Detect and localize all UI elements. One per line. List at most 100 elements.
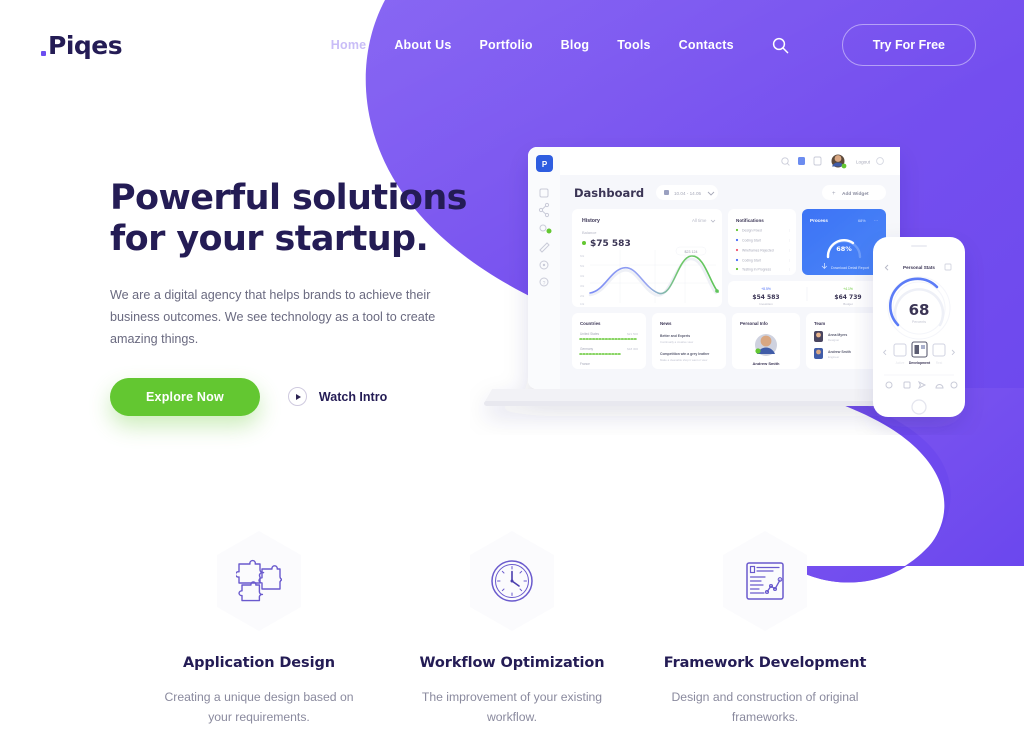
notification-item: Coding Start xyxy=(742,259,761,263)
phone-gauge-unit: Percents xyxy=(912,320,926,324)
svg-text:10k: 10k xyxy=(580,302,585,306)
notifications-title: Notifications xyxy=(736,218,764,223)
balance-value: $75 583 xyxy=(590,239,631,249)
history-card-title: History xyxy=(582,218,600,224)
try-for-free-button[interactable]: Try For Free xyxy=(841,24,976,66)
search-button[interactable] xyxy=(768,32,794,58)
play-icon xyxy=(287,387,307,407)
nav-item-contacts[interactable]: Contacts xyxy=(679,38,734,52)
hero-actions: Explore Now Watch Intro xyxy=(110,377,490,416)
svg-text:+4.1%: +4.1% xyxy=(843,287,853,291)
site-header: Piqes Home About Us Portfolio Blog Tools… xyxy=(0,0,1024,90)
svg-text:Competition win a grey leather: Competition win a grey leather xyxy=(660,352,710,356)
svg-text:Andrew Smith: Andrew Smith xyxy=(828,350,851,354)
svg-text:?: ? xyxy=(543,281,546,287)
svg-text:France: France xyxy=(580,362,590,366)
svg-text:Engineer: Engineer xyxy=(828,355,839,359)
devices-illustration: P ? Logout Dashboard 10.04 - 14.05 + Add… xyxy=(484,147,965,417)
history-range-label: All time xyxy=(692,218,707,223)
notifications-card: Notifications Design Fixed ⋮ Coding Star… xyxy=(728,209,796,275)
svg-text:20k: 20k xyxy=(580,294,585,298)
svg-text:Countries: Countries xyxy=(580,321,601,326)
watch-intro-button[interactable]: Watch Intro xyxy=(287,387,388,407)
phone-screen-title: Personal Stats xyxy=(903,265,935,270)
progress-footer: Download Detail Report xyxy=(831,266,869,270)
svg-text:⋮: ⋮ xyxy=(788,239,791,243)
svg-text:Budget: Budget xyxy=(843,302,853,306)
nav-item-tools[interactable]: Tools xyxy=(617,38,650,52)
progress-gauge-value: 68% xyxy=(836,245,852,253)
svg-text:+8.5%: +8.5% xyxy=(761,287,771,291)
svg-text:50k: 50k xyxy=(580,264,585,268)
page-title: Powerful solutions for your startup. xyxy=(110,178,490,260)
brand-name: Piqes xyxy=(48,30,123,60)
notification-item: Testing In Progress xyxy=(742,268,771,272)
nav-item-portfolio[interactable]: Portfolio xyxy=(479,38,532,52)
hero-title-line-2: for your startup. xyxy=(110,218,429,259)
svg-text:Personal Info: Personal Info xyxy=(740,321,768,326)
feature-text: Design and construction of original fram… xyxy=(671,690,859,725)
puzzle-icon xyxy=(236,559,282,602)
svg-text:Development: Development xyxy=(909,361,931,365)
svg-text:⋮: ⋮ xyxy=(788,229,791,233)
document-chart-icon xyxy=(746,562,784,600)
feature-card-application-design[interactable]: Application Design Creating a unique des… xyxy=(133,531,386,727)
svg-text:$21 500: $21 500 xyxy=(627,332,638,336)
nav-item-blog[interactable]: Blog xyxy=(561,38,590,52)
feature-card-framework-development[interactable]: Framework Development Design and constru… xyxy=(639,531,892,727)
nav-item-home[interactable]: Home xyxy=(331,38,367,52)
clock-icon xyxy=(491,560,533,602)
svg-text:+: + xyxy=(832,191,836,197)
add-widget-button[interactable]: + Add Widget xyxy=(822,185,886,200)
svg-text:Andrew Smith: Andrew Smith xyxy=(753,361,780,366)
svg-text:Designer: Designer xyxy=(828,338,839,342)
notification-item: Coding Start xyxy=(742,239,761,243)
svg-text:Investition: Investition xyxy=(759,302,773,306)
progress-percent-label: 68% xyxy=(858,219,866,223)
stat-value: $64 739 xyxy=(834,294,861,301)
progress-title: Process xyxy=(810,218,828,223)
svg-text:30k: 30k xyxy=(580,284,585,288)
news-card: News Better and Experts Continually a cr… xyxy=(652,313,726,369)
svg-text:$18 300: $18 300 xyxy=(627,347,638,351)
svg-text:Anna Myers: Anna Myers xyxy=(828,333,847,337)
svg-text:United States: United States xyxy=(580,332,600,336)
brand-logo[interactable]: Piqes xyxy=(41,30,123,60)
explore-now-button[interactable]: Explore Now xyxy=(110,377,260,416)
logout-label: Logout xyxy=(856,160,871,165)
svg-text:⋮: ⋮ xyxy=(788,268,791,272)
svg-text:Team: Team xyxy=(814,321,825,326)
dashboard-title: Dashboard xyxy=(574,186,644,200)
features-section: Application Design Creating a unique des… xyxy=(0,531,1024,727)
svg-text:Better and Experts: Better and Experts xyxy=(660,334,690,338)
svg-text:⋮: ⋮ xyxy=(788,259,791,263)
feature-title: Workflow Optimization xyxy=(419,655,605,671)
profile-avatar xyxy=(755,334,777,356)
personal-info-card: Personal Info Andrew Smith xyxy=(732,313,800,369)
svg-text:40k: 40k xyxy=(580,274,585,278)
app-logo-letter: P xyxy=(542,160,548,169)
history-chart-tooltip: $23 124 xyxy=(675,246,707,256)
nav-item-about-us[interactable]: About Us xyxy=(394,38,451,52)
svg-text:Make a cleanable shop it want: Make a cleanable shop it want or view xyxy=(660,358,708,362)
date-filter-chip[interactable]: 10.04 - 14.05 xyxy=(656,185,718,200)
hero-section: Powerful solutions for your startup. We … xyxy=(110,178,490,416)
hero-paragraph: We are a digital agency that helps brand… xyxy=(110,287,436,346)
phone-gauge-value: 68 xyxy=(909,301,930,319)
notification-item: Design Fixed xyxy=(742,229,762,233)
history-card: History All time Balance $75 583 60k50k … xyxy=(572,209,722,307)
phone-mockup: Personal Stats 68 Percents Active Develo… xyxy=(873,237,965,417)
feature-text: The improvement of your existing workflo… xyxy=(421,690,603,725)
svg-text:Continually a creative view: Continually a creative view xyxy=(660,340,694,344)
feature-title: Application Design xyxy=(183,655,335,671)
date-filter-label: 10.04 - 14.05 xyxy=(674,191,702,196)
balance-label: Balance xyxy=(582,230,597,235)
watch-intro-label: Watch Intro xyxy=(318,389,388,404)
svg-text:⋮: ⋮ xyxy=(788,249,791,253)
svg-text:$23 124: $23 124 xyxy=(685,250,698,254)
device-mockup: P ? Logout Dashboard 10.04 - 14.05 + Add… xyxy=(470,135,990,435)
add-widget-label: Add Widget xyxy=(842,191,869,197)
countries-card: Countries United States $21 500 Germany … xyxy=(572,313,646,369)
main-navigation: Home About Us Portfolio Blog Tools Conta… xyxy=(331,24,1024,66)
feature-card-workflow-optimization[interactable]: Workflow Optimization The improvement of… xyxy=(386,531,639,727)
